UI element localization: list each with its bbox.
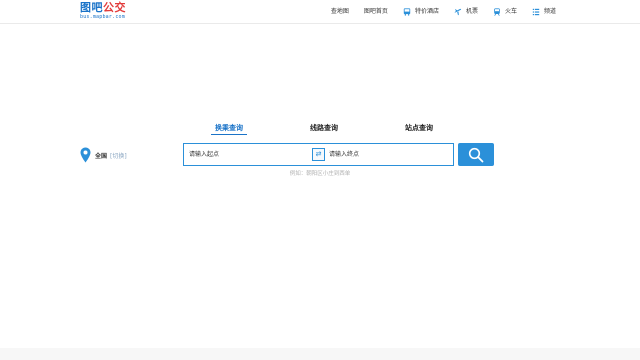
plane-icon [454,8,462,16]
city-selector: 全国 [切换] [80,146,127,164]
search-example: 例如：朝阳区小庄到西单 [0,169,640,177]
bus-icon [403,8,411,16]
city-switch-link[interactable]: [切换] [110,151,127,160]
footer-band [0,348,640,360]
nav-item-hotel[interactable]: 特价酒店 [403,0,439,24]
nav-item-label: 频道 [543,8,556,15]
end-point-input[interactable] [329,147,449,162]
logo-title-part-1: 图吧 [80,1,103,14]
search-example-text: 例如：朝阳区小庄到西单 [289,171,351,177]
nav-item-home[interactable]: 图吧首页 [364,0,388,24]
nav-item-map[interactable]: 查地图 [331,0,349,24]
nav-item-channel[interactable]: 频道 [532,0,556,24]
location-pin-icon [80,147,91,163]
logo-title-part-2: 公交 [103,1,126,14]
nav-item-label: 查地图 [330,8,349,15]
tab-transfer[interactable]: 换乘查询 [211,123,247,135]
tab-route[interactable]: 线路查询 [306,123,342,135]
top-nav: 查地图 图吧首页 特价酒店 机票 火车 频道 [316,0,556,24]
nav-item-label: 特价酒店 [414,8,439,15]
nav-item-label: 火车 [504,8,517,15]
search-button[interactable] [458,143,494,166]
logo-title: 图吧公交 [80,2,130,14]
nav-item-flight[interactable]: 机票 [454,0,478,24]
nav-item-train[interactable]: 火车 [493,0,517,24]
logo[interactable]: 图吧公交 bus.mapbar.com [80,2,130,22]
city-name: 全国 [95,152,108,160]
menu-icon [532,8,540,16]
search-tabs: 换乘查询 线路查询 站点查询 [0,123,640,137]
start-point-input[interactable] [189,147,309,162]
train-icon [494,8,500,16]
logo-subtitle: bus.mapbar.com [80,14,125,20]
nav-item-label: 图吧首页 [363,8,388,15]
header: 图吧公交 bus.mapbar.com 查地图 图吧首页 特价酒店 机票 火车 … [0,0,640,24]
search-icon [468,147,484,162]
nav-item-label: 机票 [465,8,478,15]
tab-station[interactable]: 站点查询 [401,123,437,135]
swap-button[interactable]: ⇄ [312,148,325,161]
search-box: ⇄ [183,143,454,166]
